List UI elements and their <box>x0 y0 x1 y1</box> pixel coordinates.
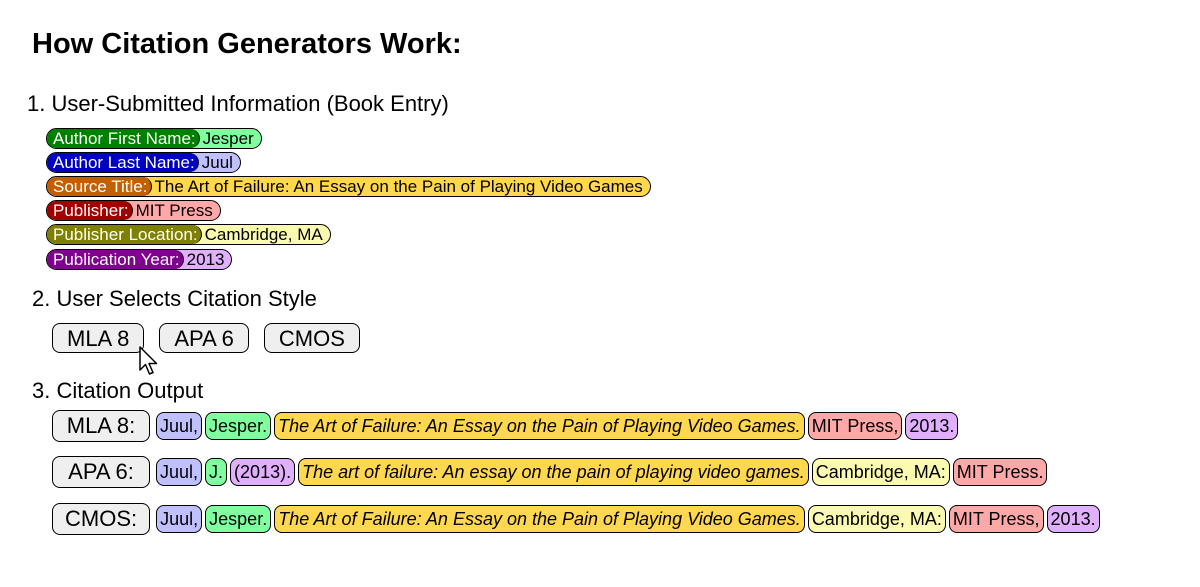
field-label: Source Title: <box>47 176 152 196</box>
citation-part-first-name: Jesper. <box>205 412 272 440</box>
field-label: Author Last Name: <box>47 152 199 172</box>
field-row-location: Publisher Location: Cambridge, MA <box>46 223 651 247</box>
citation-part-location: Cambridge, MA: <box>811 458 950 486</box>
field-value: Jesper <box>202 128 254 148</box>
field-value: Cambridge, MA <box>204 225 323 245</box>
citation-part-title: The Art of Failure: An Essay on the Pain… <box>274 412 805 440</box>
field-pill: Publication Year: 2013 <box>46 248 233 270</box>
citation-style-buttons: MLA 8 APA 6 CMOS <box>52 323 360 353</box>
field-value: 2013 <box>186 249 225 269</box>
field-row-first-name: Author First Name: Jesper <box>46 126 651 150</box>
citation-part-last-name: Juul, <box>156 505 203 533</box>
citation-part-first-name: J. <box>205 458 228 486</box>
citation-row: APA 6: Juul, J. (2013). The art of failure: … <box>52 456 1048 488</box>
citation-part-publisher: MIT Press, <box>948 505 1044 533</box>
field-row-year: Publication Year: 2013 <box>46 247 651 271</box>
style-button-mla8[interactable]: MLA 8 <box>52 323 145 353</box>
step-1-heading: 1. User-Submitted Information (Book Entr… <box>27 91 449 116</box>
field-pill: Source Title: The Art of Failure: An Essa… <box>46 175 651 197</box>
citation-part-title: The Art of Failure: An Essay on the Pain… <box>274 505 805 533</box>
citation-part-location: Cambridge, MA: <box>807 505 946 533</box>
field-value: MIT Press <box>135 201 213 221</box>
citation-row: MLA 8: Juul, Jesper. The Art of Failure: An… <box>52 410 959 442</box>
style-button-cmos[interactable]: CMOS <box>263 323 360 353</box>
citation-part-year: 2013. <box>905 412 959 440</box>
mouse-pointer-icon <box>139 346 158 375</box>
citation-part-publisher: MIT Press. <box>952 458 1048 486</box>
field-label: Author First Name: <box>47 128 200 148</box>
field-pill: Author Last Name: Juul <box>46 151 241 173</box>
style-button-apa6[interactable]: APA 6 <box>159 323 249 353</box>
field-row-title: Source Title: The Art of Failure: An Essa… <box>46 174 651 198</box>
citation-part-last-name: Juul, <box>156 412 203 440</box>
submitted-fields: Author First Name: Jesper Author Last Name… <box>46 126 651 271</box>
field-pill: Author First Name: Jesper <box>46 127 262 149</box>
page-title: How Citation Generators Work: <box>32 28 462 60</box>
citation-part-publisher: MIT Press, <box>807 412 903 440</box>
citation-part-last-name: Juul, <box>156 458 203 486</box>
citation-style-label: APA 6: <box>52 456 150 488</box>
step-3-heading: 3. Citation Output <box>32 378 204 403</box>
field-label: Publisher Location: <box>47 225 202 245</box>
field-pill: Publisher Location: Cambridge, MA <box>46 224 331 246</box>
field-pill: Publisher: MIT Press <box>46 200 221 222</box>
citation-style-label: CMOS: <box>52 503 151 535</box>
field-value: The Art of Failure: An Essay on the Pain… <box>154 176 643 196</box>
citation-part-title: The art of failure: An essay on the pain… <box>298 458 809 486</box>
citation-part-year: 2013. <box>1046 505 1100 533</box>
step-2-heading: 2. User Selects Citation Style <box>32 286 317 311</box>
field-value: Juul <box>201 152 233 172</box>
field-row-publisher: Publisher: MIT Press <box>46 199 651 223</box>
field-label: Publisher: <box>47 201 133 221</box>
citation-part-first-name: Jesper. <box>205 505 272 533</box>
citation-part-year: (2013). <box>230 458 296 486</box>
citation-style-label: MLA 8: <box>52 410 150 442</box>
field-label: Publication Year: <box>47 249 184 269</box>
citation-row: CMOS: Juul, Jesper. The Art of Failure: An … <box>52 503 1100 535</box>
field-row-last-name: Author Last Name: Juul <box>46 150 651 174</box>
